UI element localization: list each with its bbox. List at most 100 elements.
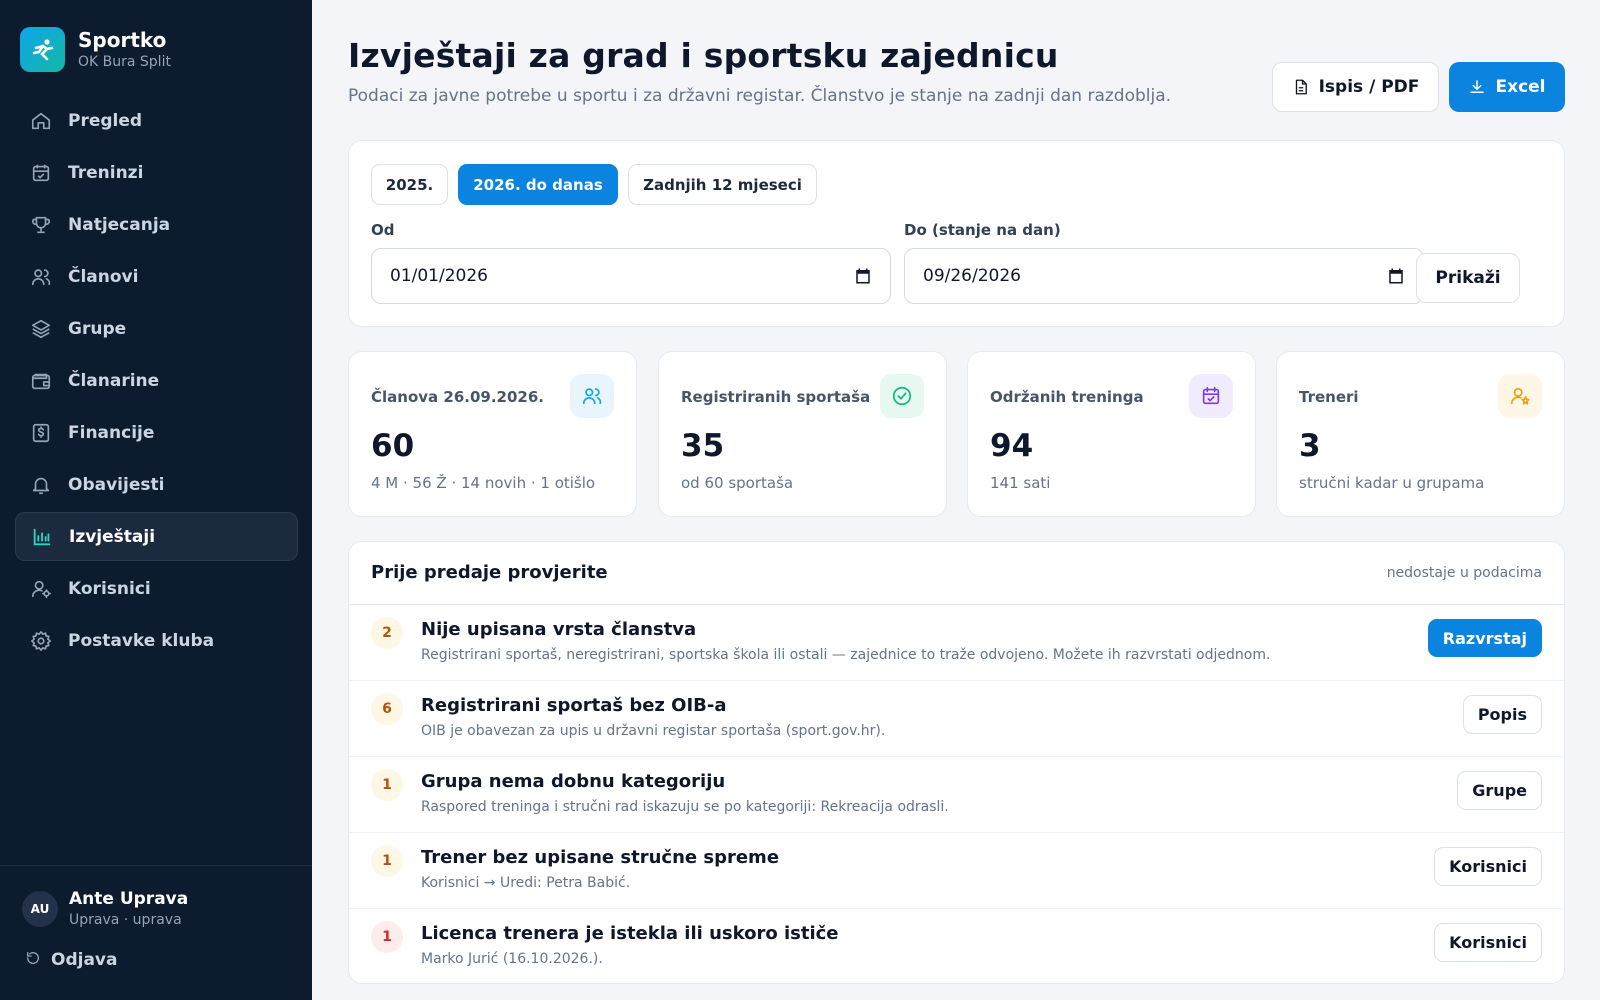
page-subtitle: Podaci za javne potrebe u sportu i za dr… (348, 86, 1172, 106)
excel-export-button[interactable]: Excel (1449, 62, 1565, 112)
issue-count-badge: 1 (371, 921, 403, 953)
checks-title: Prije predaje provjerite (371, 562, 608, 583)
sidebar-item-label: Članovi (68, 266, 139, 287)
users-button[interactable]: Korisnici (1434, 847, 1542, 886)
bar-chart-icon (31, 526, 53, 548)
document-icon (1295, 79, 1307, 95)
main-content: Izvještaji za grad i sportsku zajednicu … (312, 0, 1600, 1000)
to-date-input[interactable]: 09/26/2026 (904, 248, 1424, 304)
calendar-picker-icon[interactable] (854, 267, 872, 290)
users-button[interactable]: Korisnici (1434, 923, 1542, 962)
chip-label: Zadnjih 12 mjeseci (643, 175, 802, 194)
sidebar-item-izvjestaji[interactable]: Izvještaji (15, 512, 298, 561)
list-button[interactable]: Popis (1462, 695, 1542, 734)
brand-logo-icon (20, 27, 65, 72)
stat-label: Članova 26.09.2026. (371, 388, 544, 406)
issue-description: Marko Jurić (16.10.2026.). (421, 951, 603, 967)
users-icon (570, 374, 614, 418)
excel-export-label: Excel (1495, 77, 1546, 97)
sidebar-item-obavijesti[interactable]: Obavijesti (15, 460, 298, 509)
user-cog-icon (30, 578, 52, 600)
stat-note: 4 M · 56 Ž · 14 novih · 1 otišlo (371, 474, 596, 492)
period-chip-2025[interactable]: 2025. (371, 164, 448, 205)
stat-note: 141 sati (990, 474, 1051, 492)
dollar-receipt-icon (30, 422, 52, 444)
issue-description: Korisnici → Uredi: Petra Babić. (421, 875, 631, 891)
home-icon (30, 110, 52, 132)
sidebar-item-label: Financije (68, 422, 155, 443)
check-circle-icon (880, 374, 924, 418)
sidebar-item-label: Korisnici (68, 578, 151, 599)
stat-value: 60 (371, 428, 415, 464)
to-date-label: Do (stanje na dan) (904, 221, 1061, 239)
stat-label: Održanih treninga (990, 388, 1144, 406)
print-pdf-label: Ispis / PDF (1318, 77, 1420, 97)
sidebar-divider (0, 865, 312, 866)
issue-count-badge: 1 (371, 769, 403, 801)
sidebar-item-label: Obavijesti (68, 474, 165, 495)
check-row-coach-qualification: 1 Trener bez upisane stručne spreme Kori… (349, 833, 1564, 909)
sort-button[interactable]: Razvrstaj (1427, 619, 1542, 657)
logout-label: Odjava (51, 950, 118, 970)
issue-count-badge: 2 (371, 617, 403, 649)
issue-title: Trener bez upisane stručne spreme (421, 847, 780, 868)
stat-card-members: Članova 26.09.2026. 60 4 M · 56 Ž · 14 n… (348, 351, 637, 517)
sidebar-item-financije[interactable]: Financije (15, 408, 298, 457)
period-chip-last-12-months[interactable]: Zadnjih 12 mjeseci (628, 164, 817, 205)
stat-card-coaches: Treneri 3 stručni kadar u grupama (1276, 351, 1565, 517)
from-date-input[interactable]: 01/01/2026 (371, 248, 891, 304)
calendar-picker-icon[interactable] (1387, 267, 1405, 290)
groups-button[interactable]: Grupe (1457, 771, 1542, 810)
user-profile[interactable]: AU Ante Uprava Uprava · uprava (22, 888, 188, 930)
user-name: Ante Uprava (69, 889, 189, 909)
chip-label: 2026. do danas (473, 175, 603, 194)
stat-value: 94 (990, 428, 1034, 464)
sidebar-item-label: Postavke kluba (68, 630, 215, 651)
sidebar-item-label: Izvještaji (69, 526, 156, 547)
print-pdf-button[interactable]: Ispis / PDF (1272, 62, 1439, 112)
bell-icon (30, 474, 52, 496)
to-date-value: 09/26/2026 (923, 266, 1021, 286)
period-chip-2026-to-date[interactable]: 2026. do danas (458, 164, 618, 205)
trophy-icon (30, 214, 52, 236)
logout-button[interactable]: Odjava (25, 950, 117, 970)
sidebar-item-label: Pregled (68, 110, 143, 131)
gear-icon (30, 630, 52, 652)
from-date-label: Od (371, 221, 395, 239)
brand[interactable]: Sportko OK Bura Split (20, 27, 171, 72)
sidebar-item-treninzi[interactable]: Treninzi (15, 148, 298, 197)
user-star-icon (1498, 374, 1542, 418)
stat-value: 3 (1299, 428, 1321, 464)
sidebar-item-label: Članarine (68, 370, 160, 391)
stat-value: 35 (681, 428, 725, 464)
sidebar-item-korisnici[interactable]: Korisnici (15, 564, 298, 613)
sidebar-item-natjecanja[interactable]: Natjecanja (15, 200, 298, 249)
sidebar-item-postavke-kluba[interactable]: Postavke kluba (15, 616, 298, 665)
wallet-icon (30, 370, 52, 392)
sidebar-nav: Pregled Treninzi Natjecanja Članovi Grup… (15, 96, 298, 668)
sidebar-item-clanarine[interactable]: Članarine (15, 356, 298, 405)
brand-club: OK Bura Split (78, 53, 171, 70)
sidebar-item-pregled[interactable]: Pregled (15, 96, 298, 145)
issue-description: Raspored treninga i stručni rad iskazuju… (421, 799, 949, 815)
page-title: Izvještaji za grad i sportsku zajednicu (348, 36, 1059, 75)
user-role: Uprava · uprava (69, 912, 182, 928)
download-icon (1470, 80, 1485, 93)
sidebar-item-label: Grupe (68, 318, 127, 339)
sidebar-item-clanovi[interactable]: Članovi (15, 252, 298, 301)
issue-title: Nije upisana vrsta članstva (421, 619, 697, 640)
check-row-membership-type: 2 Nije upisana vrsta članstva Registrira… (349, 605, 1564, 681)
chip-label: 2025. (385, 175, 434, 194)
sidebar-item-grupe[interactable]: Grupe (15, 304, 298, 353)
check-row-coach-license: 1 Licenca trenera je istekla ili uskoro … (349, 909, 1564, 983)
logout-icon (25, 950, 41, 970)
brand-name: Sportko (78, 27, 167, 52)
show-button[interactable]: Prikaži (1416, 253, 1520, 303)
calendar-icon (30, 162, 52, 184)
calendar-check-icon (1189, 374, 1233, 418)
issue-title: Grupa nema dobnu kategoriju (421, 771, 726, 792)
avatar: AU (22, 891, 58, 927)
issue-title: Licenca trenera je istekla ili uskoro is… (421, 923, 839, 944)
layers-icon (30, 318, 52, 340)
stat-note: od 60 sportaša (681, 474, 794, 492)
